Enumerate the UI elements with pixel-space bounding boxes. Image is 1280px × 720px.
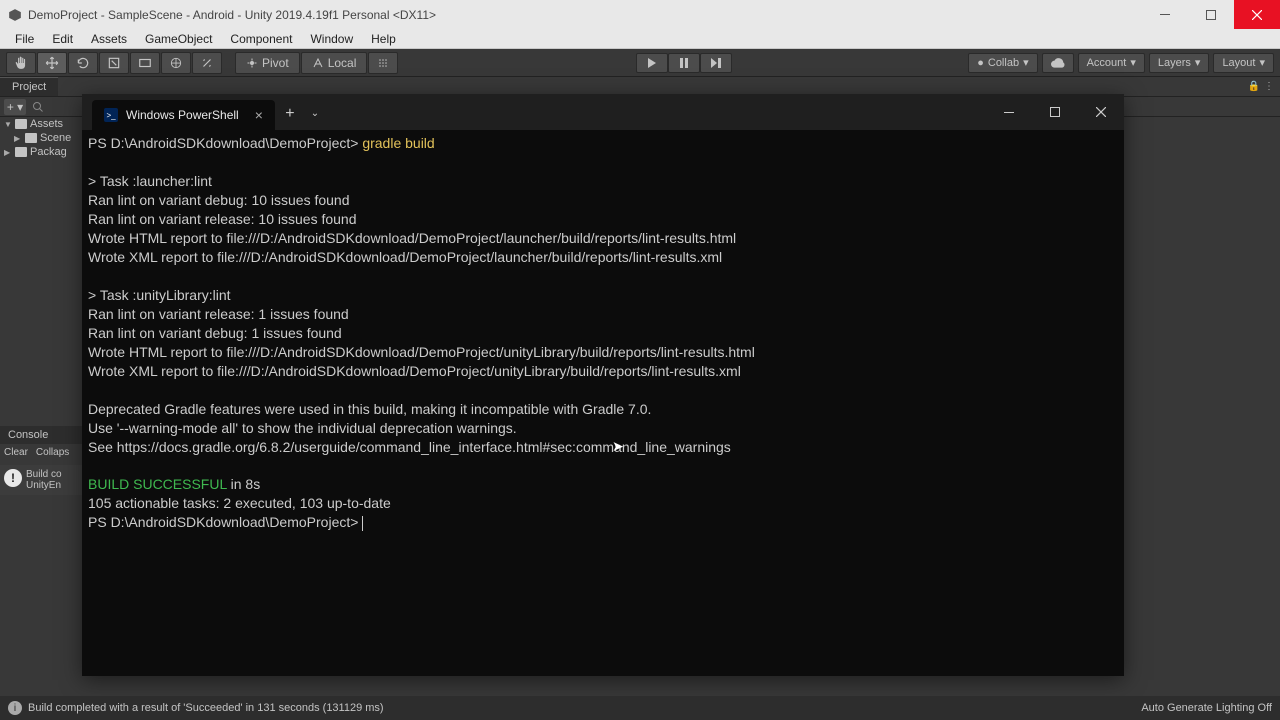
unity-title-bar: DemoProject - SampleScene - Android - Un…	[0, 0, 1280, 29]
account-dropdown[interactable]: Account ▾	[1078, 53, 1145, 73]
build-success: BUILD SUCCESSFUL	[88, 476, 227, 492]
terminal-body[interactable]: PS D:\AndroidSDKdownload\DemoProject> gr…	[82, 130, 1124, 676]
folder-icon	[15, 119, 27, 129]
new-tab-button[interactable]: +	[275, 99, 305, 129]
terminal-close[interactable]	[1078, 94, 1124, 130]
tab-dropdown-icon[interactable]: ⌄	[305, 99, 325, 129]
terminal-tab[interactable]: >_ Windows PowerShell ×	[92, 100, 275, 130]
output-line: Wrote HTML report to file:///D:/AndroidS…	[88, 230, 736, 246]
info-icon: i	[8, 701, 22, 715]
output-line: > Task :launcher:lint	[88, 173, 212, 189]
unity-toolbar: Pivot Local ● Collab ▾ Account ▾ Layers …	[0, 49, 1280, 77]
folder-icon	[25, 133, 37, 143]
tasks-summary: 105 actionable tasks: 2 executed, 103 up…	[88, 495, 391, 511]
rotate-tool[interactable]	[68, 52, 98, 74]
create-button[interactable]: + ▾	[4, 99, 26, 115]
terminal-cursor	[362, 516, 363, 531]
collab-dropdown[interactable]: ● Collab ▾	[968, 53, 1037, 73]
lighting-status: Auto Generate Lighting Off	[1141, 702, 1272, 714]
output-line: Deprecated Gradle features were used in …	[88, 401, 651, 417]
maximize-button[interactable]	[1188, 0, 1234, 29]
pivot-toggle[interactable]: Pivot	[235, 52, 300, 74]
output-line: Use '--warning-mode all' to show the ind…	[88, 420, 517, 436]
terminal-maximize[interactable]	[1032, 94, 1078, 130]
output-line: Wrote HTML report to file:///D:/AndroidS…	[88, 344, 755, 360]
pause-button[interactable]	[668, 53, 700, 73]
scale-tool[interactable]	[99, 52, 129, 74]
close-button[interactable]	[1234, 0, 1280, 29]
menu-component[interactable]: Component	[221, 30, 301, 48]
menu-bar: File Edit Assets GameObject Component Wi…	[0, 29, 1280, 49]
menu-assets[interactable]: Assets	[82, 30, 136, 48]
tree-packages[interactable]: ▶Packag	[0, 145, 82, 159]
output-line: Ran lint on variant release: 1 issues fo…	[88, 306, 349, 322]
terminal-window: >_ Windows PowerShell × + ⌄ PS D:\Androi…	[82, 94, 1124, 676]
window-title: DemoProject - SampleScene - Android - Un…	[28, 8, 436, 22]
output-line: > Task :unityLibrary:lint	[88, 287, 231, 303]
snap-toggle[interactable]	[368, 52, 398, 74]
terminal-tab-title: Windows PowerShell	[126, 108, 239, 122]
custom-tool[interactable]	[192, 52, 222, 74]
build-time: in 8s	[227, 476, 260, 492]
powershell-icon: >_	[104, 108, 118, 122]
project-tab[interactable]: Project	[0, 77, 58, 96]
prompt: PS D:\AndroidSDKdownload\DemoProject>	[88, 514, 362, 530]
play-button[interactable]	[636, 53, 668, 73]
move-tool[interactable]	[37, 52, 67, 74]
folder-icon	[15, 147, 27, 157]
console-toolbar: Clear Collaps	[0, 446, 82, 464]
tree-item-scenes[interactable]: ▶Scene	[0, 131, 82, 145]
output-line: Wrote XML report to file:///D:/AndroidSD…	[88, 249, 722, 265]
output-line: Ran lint on variant release: 10 issues f…	[88, 211, 357, 227]
local-toggle[interactable]: Local	[301, 52, 368, 74]
console-tab-row: Console	[0, 426, 82, 446]
panel-menu-icon[interactable]: ⋮	[1264, 81, 1274, 92]
prompt: PS D:\AndroidSDKdownload\DemoProject>	[88, 135, 362, 151]
search-icon[interactable]	[32, 100, 46, 114]
menu-gameobject[interactable]: GameObject	[136, 30, 221, 48]
step-button[interactable]	[700, 53, 732, 73]
tree-assets[interactable]: ▼Assets	[0, 117, 82, 131]
console-tab[interactable]: Console	[0, 426, 82, 444]
minimize-button[interactable]	[1142, 0, 1188, 29]
console-clear[interactable]: Clear	[0, 446, 32, 464]
project-sidebar: ▼Assets ▶Scene ▶Packag	[0, 117, 82, 690]
transform-tool[interactable]	[161, 52, 191, 74]
status-bar: i Build completed with a result of 'Succ…	[0, 696, 1280, 720]
terminal-titlebar[interactable]: >_ Windows PowerShell × + ⌄	[82, 94, 1124, 130]
layers-dropdown[interactable]: Layers ▾	[1149, 53, 1210, 73]
output-line: Wrote XML report to file:///D:/AndroidSD…	[88, 363, 741, 379]
menu-help[interactable]: Help	[362, 30, 405, 48]
command-text: gradle build	[362, 135, 434, 151]
cloud-button[interactable]	[1042, 53, 1074, 73]
console-message[interactable]: ! Build coUnityEn	[0, 465, 82, 495]
terminal-minimize[interactable]	[986, 94, 1032, 130]
menu-window[interactable]: Window	[301, 30, 362, 48]
unity-logo-icon	[8, 8, 22, 22]
layout-dropdown[interactable]: Layout ▾	[1213, 53, 1274, 73]
lock-icon[interactable]: 🔒	[1248, 81, 1260, 92]
info-icon: !	[4, 469, 22, 487]
hand-tool[interactable]	[6, 52, 36, 74]
output-line: See https://docs.gradle.org/6.8.2/usergu…	[88, 439, 731, 455]
output-line: Ran lint on variant debug: 1 issues foun…	[88, 325, 342, 341]
tab-close-icon[interactable]: ×	[255, 107, 263, 123]
menu-edit[interactable]: Edit	[43, 30, 82, 48]
status-message: Build completed with a result of 'Succee…	[28, 702, 384, 714]
output-line: Ran lint on variant debug: 10 issues fou…	[88, 192, 350, 208]
menu-file[interactable]: File	[6, 30, 43, 48]
rect-tool[interactable]	[130, 52, 160, 74]
console-collapse[interactable]: Collaps	[32, 446, 73, 464]
